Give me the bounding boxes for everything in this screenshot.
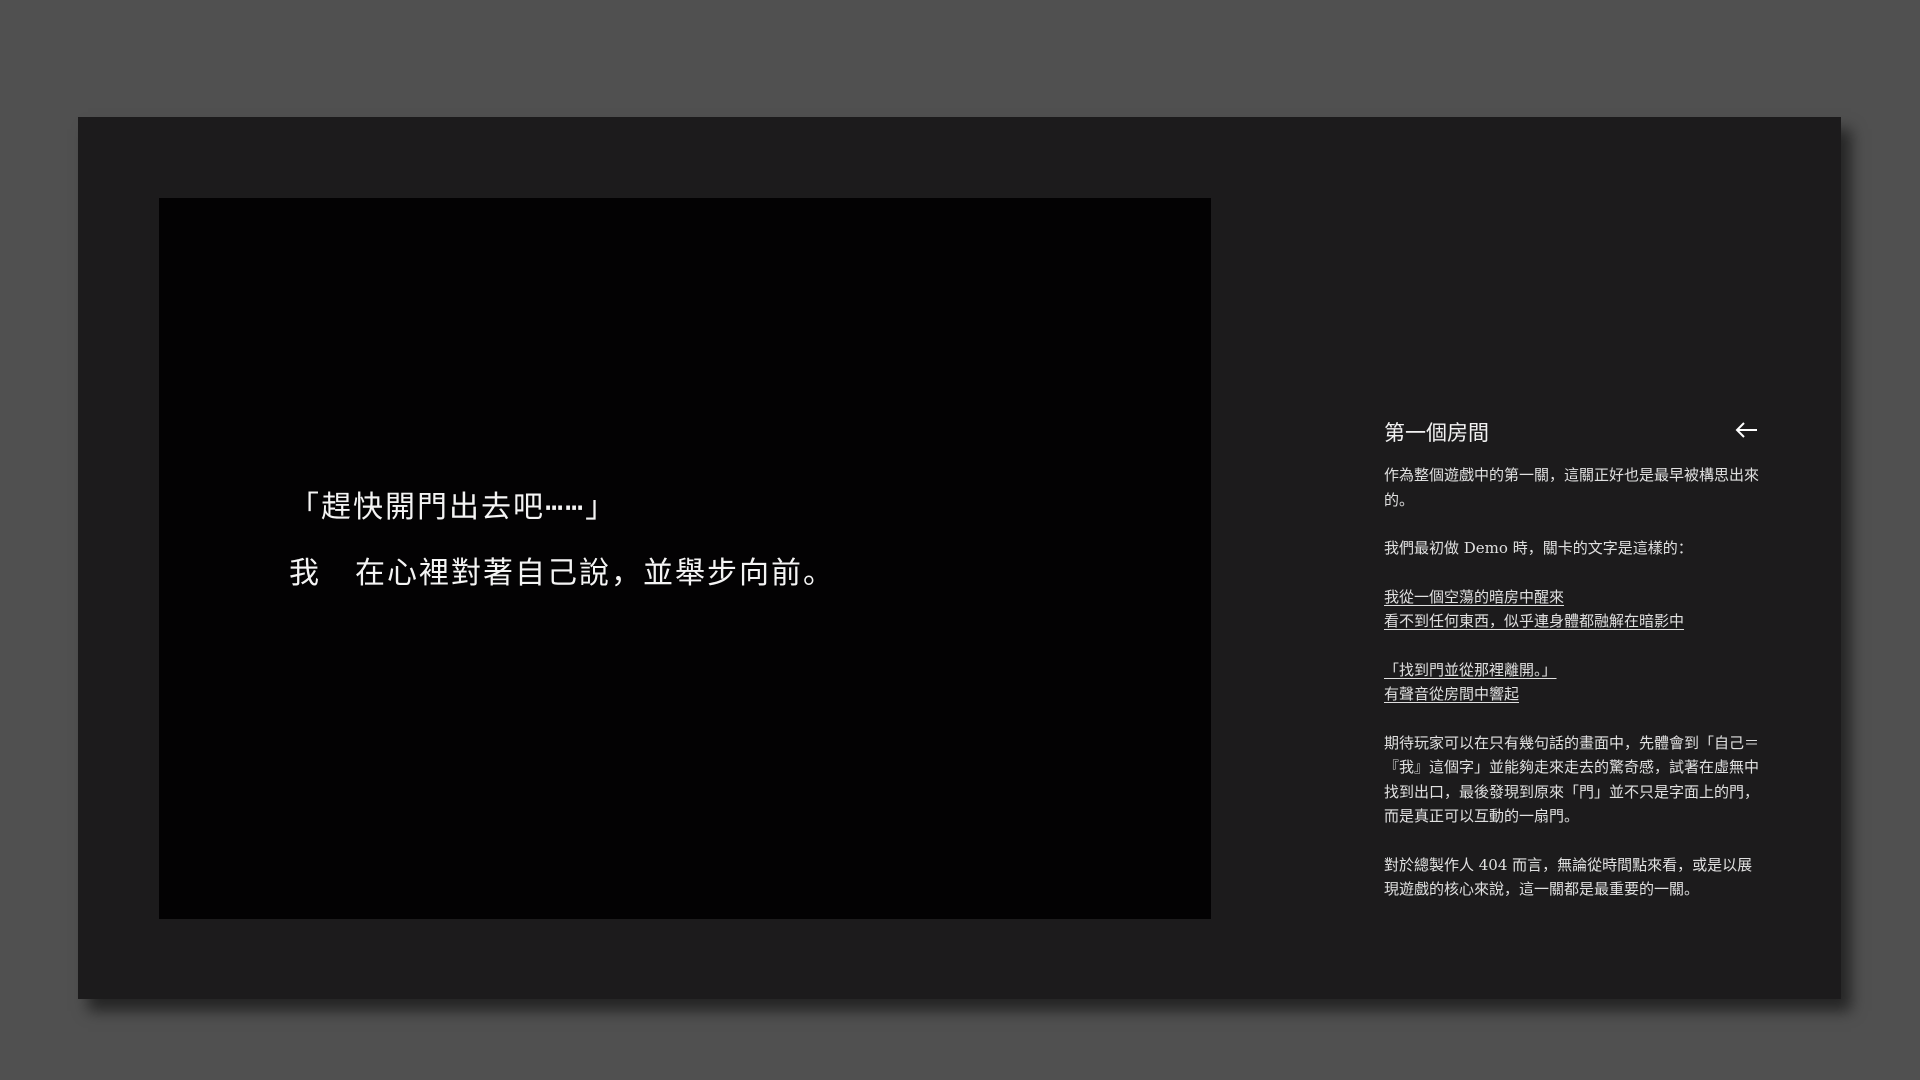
level-info-panel: 第一個房間 作為整個遊戲中的第一關，這關正好也是最早被構思出來的。 我們最初做 … — [1384, 413, 1764, 926]
quote-line-4: 有聲音從房間中響起 — [1384, 682, 1519, 707]
arrow-left-icon — [1735, 421, 1759, 439]
quote-line-3: 「找到門並從那裡離開。」 — [1384, 658, 1557, 683]
panel-header: 第一個房間 — [1384, 413, 1764, 453]
quote-line-2: 看不到任何東西，似乎連身體都融解在暗影中 — [1384, 609, 1684, 634]
content-frame: 「趕快開門出去吧⋯⋯」 我在心裡對著自己說，並舉步向前。 第一個房間 作為整個遊… — [78, 117, 1841, 999]
player-character[interactable]: 我 — [289, 556, 321, 591]
panel-paragraph-2: 我們最初做 Demo 時，關卡的文字是這樣的： — [1384, 536, 1764, 561]
panel-paragraph-3: 期待玩家可以在只有幾句話的畫面中，先體會到「自己＝『我』這個字」並能夠走來走去的… — [1384, 731, 1764, 829]
quote-line-1: 我從一個空蕩的暗房中醒來 — [1384, 585, 1564, 610]
game-screen[interactable]: 「趕快開門出去吧⋯⋯」 我在心裡對著自己說，並舉步向前。 — [159, 198, 1211, 919]
dialog-line-2-text: 在心裡對著自己說，並舉步向前。 — [355, 556, 835, 591]
panel-paragraph-1: 作為整個遊戲中的第一關，這關正好也是最早被構思出來的。 — [1384, 463, 1764, 512]
panel-quote-1: 我從一個空蕩的暗房中醒來 看不到任何東西，似乎連身體都融解在暗影中 — [1384, 585, 1764, 634]
dialog-line-2: 我在心裡對著自己說，並舉步向前。 — [289, 548, 835, 592]
dialog-line-1: 「趕快開門出去吧⋯⋯」 — [289, 482, 617, 526]
back-button[interactable] — [1730, 413, 1764, 447]
panel-title: 第一個房間 — [1384, 417, 1489, 447]
panel-quote-2: 「找到門並從那裡離開。」 有聲音從房間中響起 — [1384, 658, 1764, 707]
panel-paragraph-4: 對於總製作人 404 而言，無論從時間點來看，或是以展現遊戲的核心來說，這一關都… — [1384, 853, 1764, 902]
